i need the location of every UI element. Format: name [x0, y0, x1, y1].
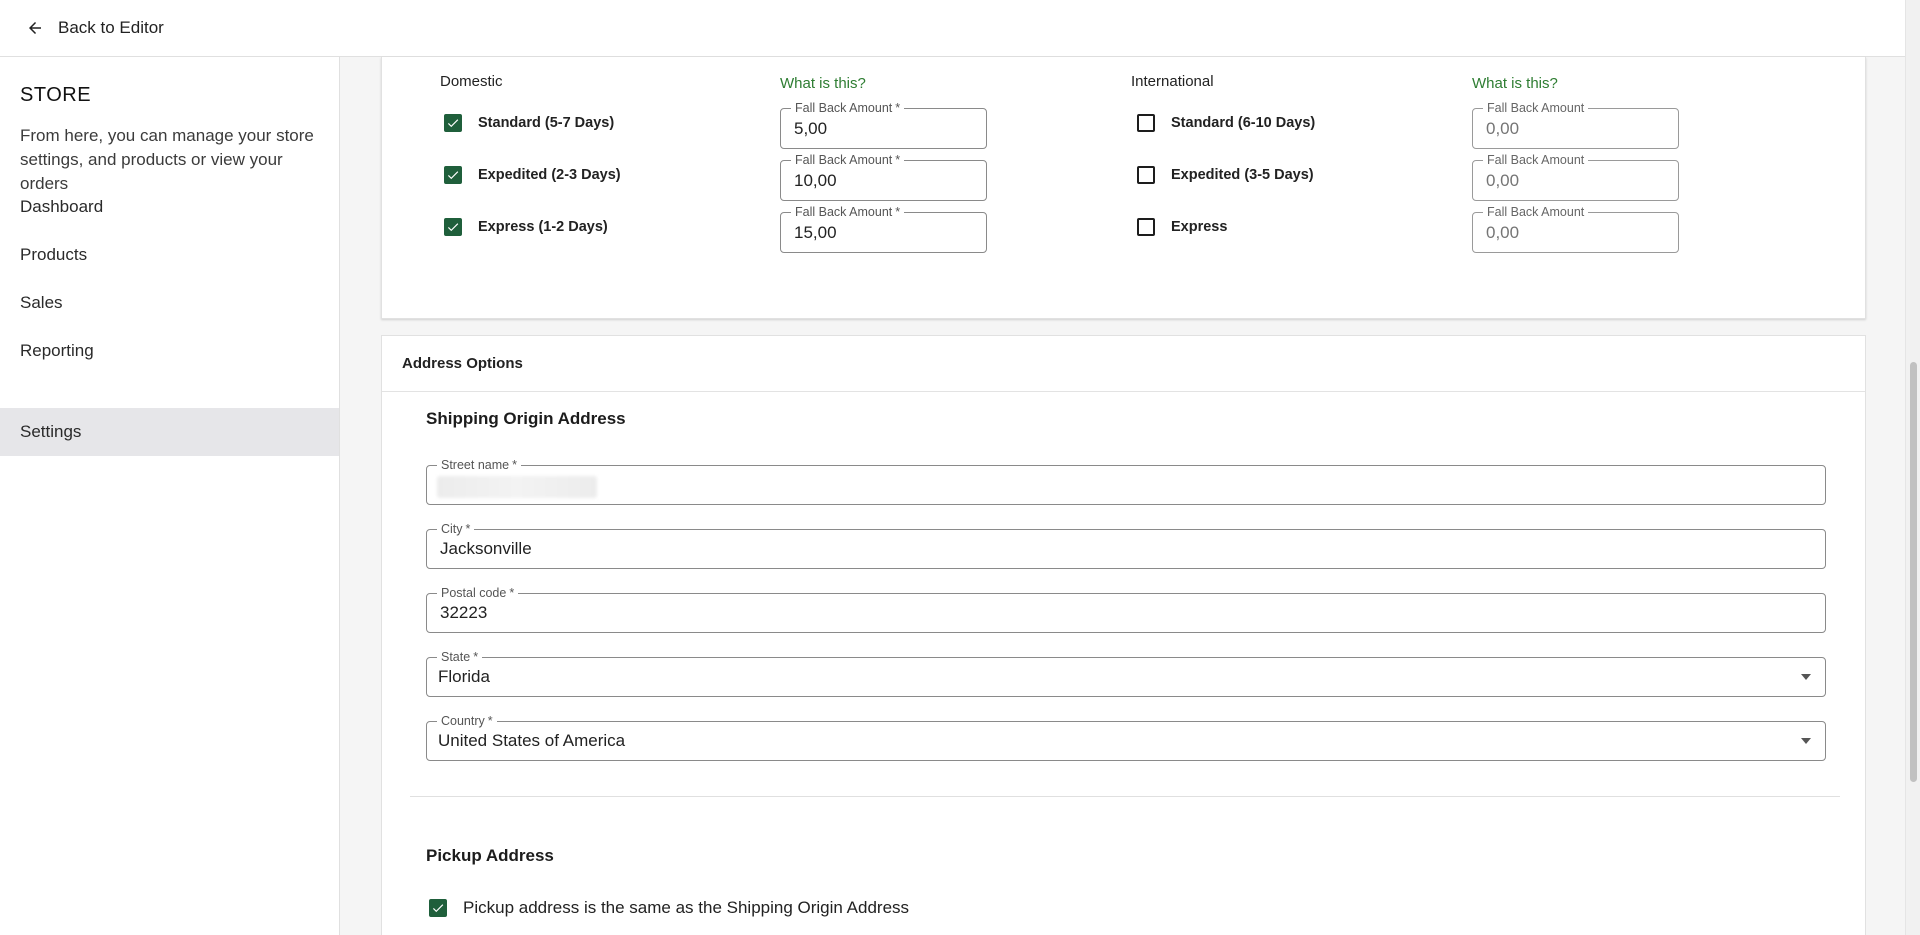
international-expedited-checkbox[interactable]	[1137, 166, 1155, 184]
domestic-standard-fallback-input[interactable]	[794, 109, 973, 148]
domestic-express-fallback-field: Fall Back Amount *	[780, 204, 987, 253]
country-value: United States of America	[438, 731, 626, 750]
domestic-expedited-fallback-input[interactable]	[794, 161, 973, 200]
sidebar-item-label: Products	[20, 245, 88, 264]
international-express-label: Express	[1171, 219, 1228, 235]
sidebar-item-dashboard[interactable]: Dashboard	[0, 183, 339, 231]
shipping-origin-title: Shipping Origin Address	[426, 409, 626, 428]
domestic-express-checkbox[interactable]	[444, 218, 462, 236]
international-help-link[interactable]: What is this?	[1472, 75, 1558, 92]
sidebar-item-settings[interactable]: Settings	[0, 408, 339, 456]
domestic-express-label: Express (1-2 Days)	[478, 219, 608, 235]
sidebar-item-label: Reporting	[20, 341, 94, 360]
international-standard-label: Standard (6-10 Days)	[1171, 115, 1316, 131]
domestic-expedited-label: Expedited (2-3 Days)	[478, 167, 621, 183]
international-standard-fallback-field: Fall Back Amount	[1472, 100, 1679, 149]
sidebar-item-sales[interactable]: Sales	[0, 279, 339, 327]
domestic-standard-fallback-field: Fall Back Amount *	[780, 100, 987, 149]
street-name-field: Street name *	[426, 457, 1826, 505]
domestic-standard-label: Standard (5-7 Days)	[478, 115, 615, 131]
address-options-header: Address Options	[382, 336, 1865, 392]
page-scrollbar[interactable]	[1905, 0, 1920, 935]
postal-code-input[interactable]	[440, 594, 1812, 632]
pickup-address-title: Pickup Address	[426, 846, 554, 865]
back-to-editor-label: Back to Editor	[58, 18, 164, 37]
scrollbar-thumb[interactable]	[1910, 362, 1917, 782]
sidebar: STORE From here, you can manage your sto…	[0, 57, 340, 935]
pickup-same-checkbox[interactable]	[429, 899, 447, 917]
sidebar-item-products[interactable]: Products	[0, 231, 339, 279]
sidebar-item-label: Settings	[20, 422, 82, 441]
top-bar: Back to Editor	[0, 0, 1905, 57]
address-options-card: Address Options Shipping Origin Address …	[381, 335, 1866, 935]
pickup-same-label: Pickup address is the same as the Shippi…	[463, 898, 910, 917]
state-select[interactable]: State * Florida	[426, 649, 1826, 697]
section-divider	[410, 796, 1840, 797]
caret-down-icon	[1801, 674, 1811, 680]
check-icon	[447, 223, 459, 232]
international-expedited-fallback-input[interactable]	[1486, 161, 1665, 200]
international-expedited-fallback-field: Fall Back Amount	[1472, 152, 1679, 201]
domestic-expedited-fallback-field: Fall Back Amount *	[780, 152, 987, 201]
check-icon	[447, 119, 459, 128]
country-select[interactable]: Country * United States of America	[426, 713, 1826, 761]
sidebar-item-reporting[interactable]: Reporting	[0, 327, 339, 375]
street-name-input[interactable]	[440, 466, 1812, 504]
domestic-heading: Domestic	[440, 73, 503, 90]
international-express-fallback-field: Fall Back Amount	[1472, 204, 1679, 253]
city-field: City *	[426, 521, 1826, 569]
international-standard-fallback-input[interactable]	[1486, 109, 1665, 148]
international-heading: International	[1131, 73, 1214, 90]
international-express-fallback-input[interactable]	[1486, 213, 1665, 252]
back-to-editor-button[interactable]: Back to Editor	[26, 18, 164, 38]
international-standard-checkbox[interactable]	[1137, 114, 1155, 132]
city-input[interactable]	[440, 530, 1812, 568]
sidebar-item-label: Sales	[20, 293, 63, 312]
shipping-rates-card: Domestic What is this? International Wha…	[381, 57, 1866, 319]
postal-code-field: Postal code *	[426, 585, 1826, 633]
state-value: Florida	[438, 667, 490, 686]
international-expedited-label: Expedited (3-5 Days)	[1171, 167, 1314, 183]
sidebar-item-label: Dashboard	[20, 197, 104, 216]
international-express-checkbox[interactable]	[1137, 218, 1155, 236]
check-icon	[432, 904, 444, 913]
domestic-standard-checkbox[interactable]	[444, 114, 462, 132]
arrow-left-icon	[29, 22, 41, 34]
domestic-express-fallback-input[interactable]	[794, 213, 973, 252]
sidebar-title: STORE	[20, 84, 92, 106]
caret-down-icon	[1801, 738, 1811, 744]
check-icon	[447, 171, 459, 180]
domestic-help-link[interactable]: What is this?	[780, 75, 866, 92]
domestic-expedited-checkbox[interactable]	[444, 166, 462, 184]
